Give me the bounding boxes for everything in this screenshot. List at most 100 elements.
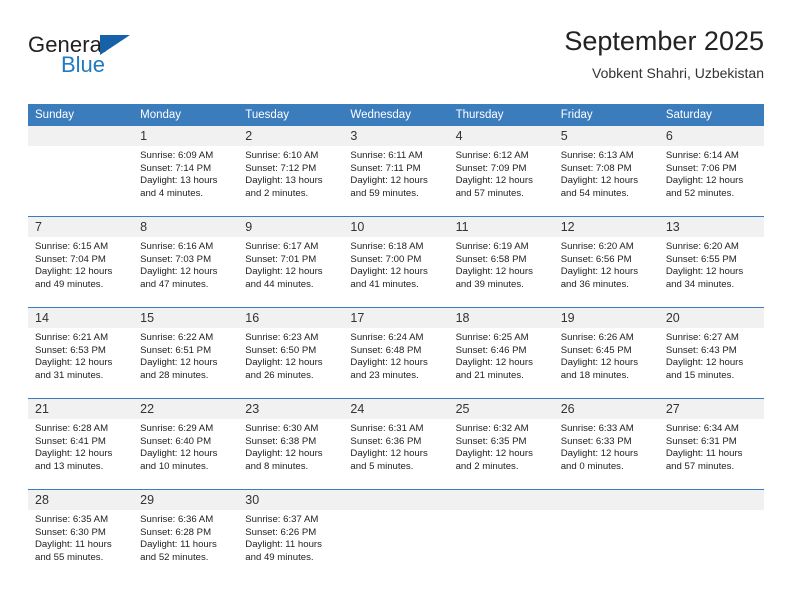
calendar-empty-cell xyxy=(343,489,449,580)
sunrise-text: Sunrise: 6:15 AM xyxy=(35,241,109,252)
daylight-text-line2: and 15 minutes. xyxy=(665,369,735,381)
calendar-day-cell[interactable]: 20 Sunrise: 6:27 AM Sunset: 6:43 PM Dayligh… xyxy=(658,307,764,399)
daylight-text-line1: Daylight: 12 hours xyxy=(665,266,744,278)
general-blue-logo[interactable]: General Blue xyxy=(28,32,148,84)
day-details: Sunrise: 6:35 AM Sunset: 6:30 PM Daylight:… xyxy=(28,510,133,564)
daylight-text-line1: Daylight: 13 hours xyxy=(140,175,218,187)
daylight-text-line2: and 34 minutes. xyxy=(665,278,735,290)
calendar-day-cell[interactable]: 30 Sunrise: 6:37 AM Sunset: 6:26 PM Dayligh… xyxy=(238,489,344,580)
calendar-day-cell[interactable]: 27 Sunrise: 6:34 AM Sunset: 6:31 PM Dayligh… xyxy=(658,398,764,490)
calendar-body: 1 Sunrise: 6:09 AM Sunset: 7:14 PM Daylight… xyxy=(28,126,764,580)
sunrise-text: Sunrise: 6:13 AM xyxy=(560,150,634,161)
sunset-text: Sunset: 6:46 PM xyxy=(455,344,527,356)
sunset-text: Sunset: 7:08 PM xyxy=(560,162,632,174)
daylight-text-line2: and 52 minutes. xyxy=(665,187,735,199)
day-number: 28 xyxy=(28,490,134,510)
daylight-text-line2: and 23 minutes. xyxy=(350,369,419,381)
calendar-day-cell[interactable]: 13 Sunrise: 6:20 AM Sunset: 6:55 PM Dayligh… xyxy=(658,216,764,308)
calendar-day-cell[interactable]: 14 Sunrise: 6:21 AM Sunset: 6:53 PM Dayligh… xyxy=(28,307,134,399)
sunrise-text: Sunrise: 6:23 AM xyxy=(245,332,319,343)
calendar-day-cell[interactable]: 23 Sunrise: 6:30 AM Sunset: 6:38 PM Dayligh… xyxy=(238,398,344,490)
day-details: Sunrise: 6:14 AM Sunset: 7:06 PM Daylight:… xyxy=(659,146,764,200)
day-number: 15 xyxy=(133,308,239,328)
calendar-day-cell[interactable]: 6 Sunrise: 6:14 AM Sunset: 7:06 PM Daylight… xyxy=(658,126,764,217)
sunrise-text: Sunrise: 6:19 AM xyxy=(455,241,529,252)
calendar-page: General Blue September 2025 Vobkent Shah… xyxy=(0,0,792,612)
daylight-text-line1: Daylight: 12 hours xyxy=(35,266,113,278)
sunset-text: Sunset: 6:45 PM xyxy=(560,344,632,356)
daylight-text-line1: Daylight: 12 hours xyxy=(560,266,639,278)
day-number: 9 xyxy=(238,217,344,237)
daylight-text-line1: Daylight: 12 hours xyxy=(35,448,113,460)
daylight-text-line2: and 13 minutes. xyxy=(35,460,104,472)
day-number: 14 xyxy=(28,308,134,328)
sunrise-text: Sunrise: 6:34 AM xyxy=(665,423,739,434)
calendar-day-cell[interactable]: 4 Sunrise: 6:12 AM Sunset: 7:09 PM Daylight… xyxy=(448,126,554,217)
daylight-text-line1: Daylight: 12 hours xyxy=(455,448,533,460)
calendar-day-cell[interactable]: 16 Sunrise: 6:23 AM Sunset: 6:50 PM Dayligh… xyxy=(238,307,344,399)
daylight-text-line1: Daylight: 12 hours xyxy=(350,175,428,187)
sunrise-text: Sunrise: 6:20 AM xyxy=(665,241,739,252)
sunset-text: Sunset: 6:48 PM xyxy=(350,344,422,356)
daylight-text-line2: and 26 minutes. xyxy=(245,369,314,381)
daylight-text-line1: Daylight: 12 hours xyxy=(455,266,533,278)
calendar-day-cell[interactable]: 12 Sunrise: 6:20 AM Sunset: 6:56 PM Dayligh… xyxy=(553,216,659,308)
sunrise-text: Sunrise: 6:30 AM xyxy=(245,423,319,434)
weekday-header-friday: Friday xyxy=(553,104,659,126)
day-number: 4 xyxy=(448,126,554,146)
calendar-day-cell[interactable]: 5 Sunrise: 6:13 AM Sunset: 7:08 PM Daylight… xyxy=(553,126,659,217)
daylight-text-line2: and 2 minutes. xyxy=(455,460,519,472)
day-number: 30 xyxy=(238,490,344,510)
day-number: 21 xyxy=(28,399,134,419)
calendar-day-cell[interactable]: 3 Sunrise: 6:11 AM Sunset: 7:11 PM Daylight… xyxy=(343,126,449,217)
day-number: 22 xyxy=(133,399,239,419)
calendar-day-cell[interactable]: 8 Sunrise: 6:16 AM Sunset: 7:03 PM Daylight… xyxy=(133,216,239,308)
sunset-text: Sunset: 7:12 PM xyxy=(245,162,317,174)
day-number: 23 xyxy=(238,399,344,419)
day-details: Sunrise: 6:36 AM Sunset: 6:28 PM Daylight:… xyxy=(133,510,238,564)
daylight-text-line2: and 49 minutes. xyxy=(35,278,104,290)
calendar-day-cell[interactable]: 26 Sunrise: 6:33 AM Sunset: 6:33 PM Dayligh… xyxy=(553,398,659,490)
weekday-header-sunday: Sunday xyxy=(28,104,134,126)
daylight-text-line2: and 0 minutes. xyxy=(560,460,624,472)
sunset-text: Sunset: 7:06 PM xyxy=(665,162,737,174)
calendar-day-cell[interactable]: 15 Sunrise: 6:22 AM Sunset: 6:51 PM Dayligh… xyxy=(133,307,239,399)
calendar-day-cell[interactable]: 19 Sunrise: 6:26 AM Sunset: 6:45 PM Dayligh… xyxy=(553,307,659,399)
calendar-day-cell[interactable]: 11 Sunrise: 6:19 AM Sunset: 6:58 PM Dayligh… xyxy=(448,216,554,308)
day-number xyxy=(343,490,449,510)
daylight-text-line1: Daylight: 12 hours xyxy=(350,448,428,460)
daylight-text-line1: Daylight: 12 hours xyxy=(140,448,218,460)
calendar-day-cell[interactable]: 21 Sunrise: 6:28 AM Sunset: 6:41 PM Dayligh… xyxy=(28,398,134,490)
calendar-day-cell[interactable]: 9 Sunrise: 6:17 AM Sunset: 7:01 PM Daylight… xyxy=(238,216,344,308)
calendar-day-cell[interactable]: 22 Sunrise: 6:29 AM Sunset: 6:40 PM Dayligh… xyxy=(133,398,239,490)
calendar-day-cell[interactable]: 29 Sunrise: 6:36 AM Sunset: 6:28 PM Dayligh… xyxy=(133,489,239,580)
day-number: 18 xyxy=(448,308,554,328)
daylight-text-line2: and 31 minutes. xyxy=(35,369,104,381)
calendar-day-cell[interactable]: 2 Sunrise: 6:10 AM Sunset: 7:12 PM Daylight… xyxy=(238,126,344,217)
day-details: Sunrise: 6:16 AM Sunset: 7:03 PM Daylight:… xyxy=(133,237,238,291)
day-number: 3 xyxy=(343,126,449,146)
page-subtitle: Vobkent Shahri, Uzbekistan xyxy=(592,65,764,81)
title-block: September 2025 Vobkent Shahri, Uzbekista… xyxy=(564,24,764,84)
sunset-text: Sunset: 6:55 PM xyxy=(665,253,737,265)
weekday-header-saturday: Saturday xyxy=(658,104,764,126)
day-number xyxy=(553,490,659,510)
sunset-text: Sunset: 7:04 PM xyxy=(35,253,106,265)
calendar-day-cell[interactable]: 24 Sunrise: 6:31 AM Sunset: 6:36 PM Dayligh… xyxy=(343,398,449,490)
sunset-text: Sunset: 6:30 PM xyxy=(35,526,106,538)
calendar-day-cell[interactable]: 7 Sunrise: 6:15 AM Sunset: 7:04 PM Daylight… xyxy=(28,216,134,308)
day-details: Sunrise: 6:17 AM Sunset: 7:01 PM Daylight:… xyxy=(238,237,343,291)
sunrise-text: Sunrise: 6:09 AM xyxy=(140,150,214,161)
day-details: Sunrise: 6:22 AM Sunset: 6:51 PM Daylight:… xyxy=(133,328,238,382)
daylight-text-line1: Daylight: 12 hours xyxy=(665,357,744,369)
calendar-day-cell[interactable]: 17 Sunrise: 6:24 AM Sunset: 6:48 PM Dayligh… xyxy=(343,307,449,399)
sunrise-text: Sunrise: 6:37 AM xyxy=(245,514,319,525)
calendar-day-cell[interactable]: 18 Sunrise: 6:25 AM Sunset: 6:46 PM Dayligh… xyxy=(448,307,554,399)
calendar-day-cell[interactable]: 28 Sunrise: 6:35 AM Sunset: 6:30 PM Dayligh… xyxy=(28,489,134,580)
daylight-text-line2: and 21 minutes. xyxy=(455,369,524,381)
calendar-day-cell[interactable]: 25 Sunrise: 6:32 AM Sunset: 6:35 PM Dayligh… xyxy=(448,398,554,490)
day-number: 12 xyxy=(553,217,659,237)
calendar-day-cell[interactable]: 10 Sunrise: 6:18 AM Sunset: 7:00 PM Dayligh… xyxy=(343,216,449,308)
day-number: 8 xyxy=(133,217,239,237)
calendar-day-cell[interactable]: 1 Sunrise: 6:09 AM Sunset: 7:14 PM Daylight… xyxy=(133,126,239,217)
